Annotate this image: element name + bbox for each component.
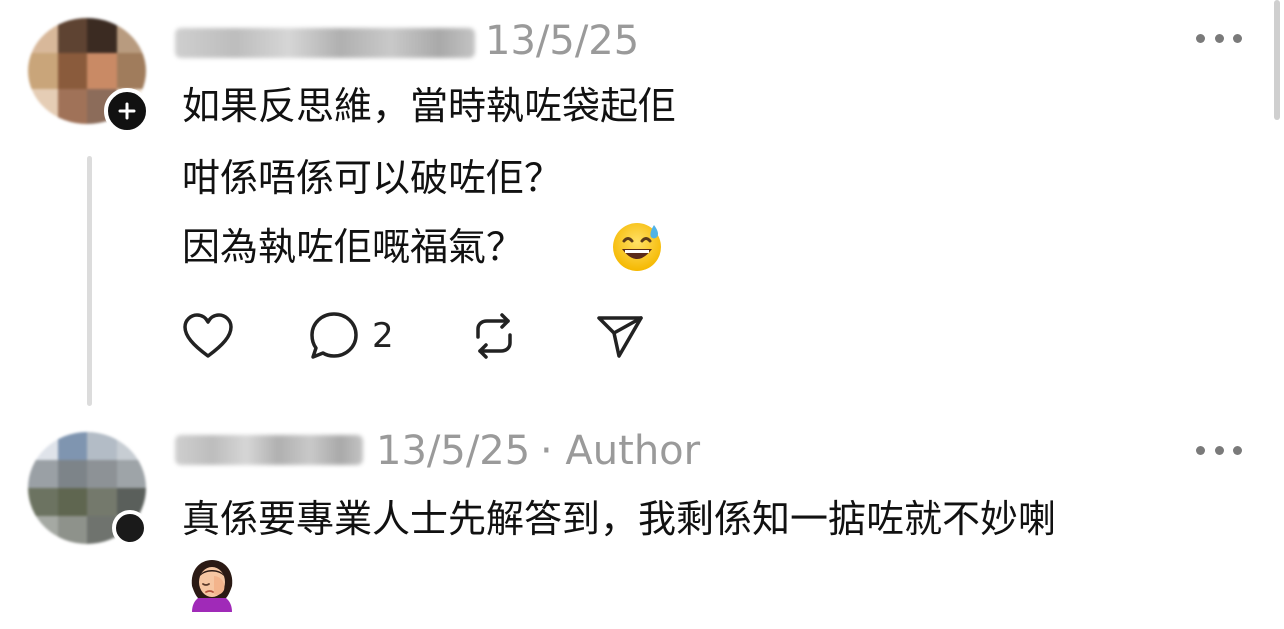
more-dot-icon [1196,33,1205,43]
like-button[interactable] [181,312,235,360]
avatar-pixel [28,18,58,54]
reply-button[interactable]: 2 [308,310,394,362]
more-options-button[interactable] [1196,440,1242,460]
scrollbar[interactable] [1274,0,1280,120]
thread-line [87,156,92,406]
comment-text-line: 咁係唔係可以破咗佢？ [182,156,563,200]
reply-count: 2 [372,316,394,356]
repost-icon [476,313,512,359]
plus-icon [118,102,136,120]
avatar-pixel [57,432,87,460]
avatar-pixel [87,53,117,89]
follow-button[interactable] [104,88,150,134]
avatar-pixel [28,516,58,544]
comment-text-line: 因為執咗佢嘅福氣？ [182,225,525,269]
more-dot-icon [1233,33,1242,43]
avatar-pixel [87,488,117,516]
comment-text-line: 真係要專業人士先解答到，我剩係知一掂咗就不妙喇 [182,497,1057,541]
author-tag: · Author [540,428,701,474]
more-options-button[interactable] [1196,28,1242,48]
avatar-pixel [57,516,87,544]
username-redacted[interactable] [175,28,475,58]
send-icon [597,316,643,358]
avatar-pixel [87,460,117,488]
grinning-face-with-sweat-icon [610,219,664,277]
repost-button[interactable] [470,311,518,361]
badge-icon [112,510,148,546]
avatar-pixel [28,432,58,460]
avatar-pixel [116,432,146,460]
avatar-pixel [57,88,87,124]
avatar-pixel [57,53,87,89]
more-dot-icon [1214,33,1224,43]
avatar-pixel [28,460,58,488]
avatar-pixel [28,88,58,124]
more-dot-icon [1233,445,1242,455]
avatar-pixel [57,460,87,488]
avatar-pixel [116,460,146,488]
comment-text-line: 如果反思維，當時執咗袋起佢 [182,84,677,128]
more-dot-icon [1196,445,1205,455]
avatar-pixel [87,18,117,54]
person-facepalming-icon [184,556,240,616]
avatar-pixel [87,432,117,460]
avatar-pixel [116,53,146,89]
avatar-pixel [57,488,87,516]
avatar-pixel [116,18,146,54]
more-dot-icon [1214,445,1224,455]
avatar-pixel [28,53,58,89]
avatar-pixel [57,18,87,54]
heart-icon [183,313,233,358]
comment-date: 13/5/25 [376,428,531,474]
share-button[interactable] [595,313,645,359]
comment-date: 13/5/25 [485,18,640,64]
comment-icon [310,312,358,359]
avatar-pixel [28,488,58,516]
username-redacted[interactable] [175,435,363,465]
